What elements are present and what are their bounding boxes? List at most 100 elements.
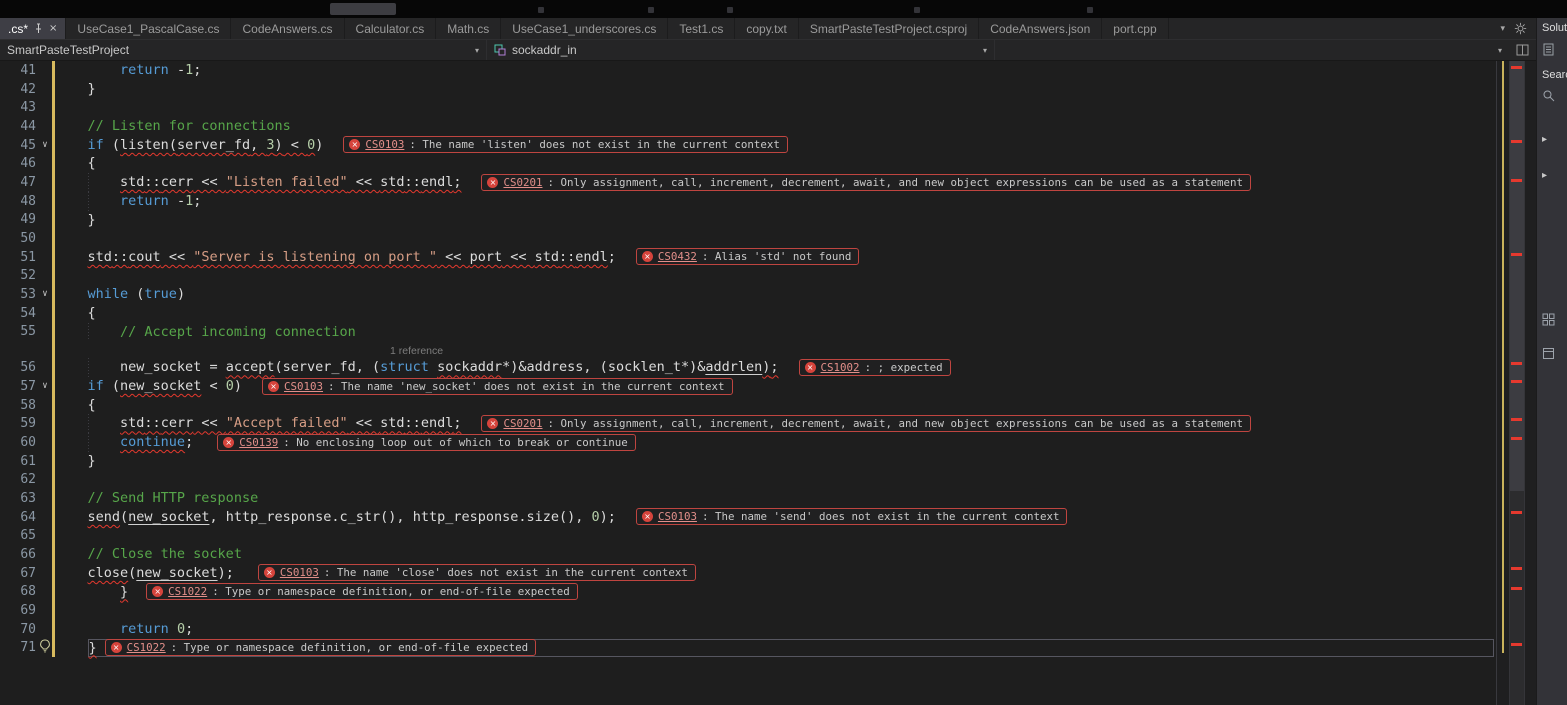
code-line-55[interactable]: 55 // Accept incoming connection xyxy=(0,323,1496,342)
tab-SmartPasteTestProject.csproj[interactable]: SmartPasteTestProject.csproj xyxy=(799,18,979,39)
code-text[interactable]: }×CS1022: Type or namespace definition, … xyxy=(52,639,1496,658)
code-line-48[interactable]: 48 return -1; xyxy=(0,192,1496,211)
code-line-49[interactable]: 49 } xyxy=(0,211,1496,230)
code-text[interactable]: close(new_socket);×CS0103: The name 'clo… xyxy=(52,564,1496,583)
error-code-link[interactable]: CS0201 xyxy=(503,175,542,190)
code-text[interactable]: continue;×CS0139: No enclosing loop out … xyxy=(52,433,1496,452)
code-text[interactable]: // Listen for connections xyxy=(52,117,1496,136)
inline-error-CS0103[interactable]: ×CS0103: The name 'close' does not exist… xyxy=(258,564,696,581)
code-text[interactable]: // Accept incoming connection xyxy=(52,323,1496,342)
error-code-link[interactable]: CS0103 xyxy=(280,565,319,580)
line-number[interactable]: 61 xyxy=(0,454,38,469)
line-number[interactable]: 65 xyxy=(0,528,38,543)
line-number[interactable]: 67 xyxy=(0,566,38,581)
code-line-42[interactable]: 42 } xyxy=(0,80,1496,99)
line-number[interactable]: 49 xyxy=(0,212,38,227)
inline-error-CS0103[interactable]: ×CS0103: The name 'send' does not exist … xyxy=(636,508,1068,525)
code-line-64[interactable]: 64 send(new_socket, http_response.c_str(… xyxy=(0,508,1496,527)
tab-UseCase1_underscores.cs[interactable]: UseCase1_underscores.cs xyxy=(501,18,668,39)
inline-error-CS0201[interactable]: ×CS0201: Only assignment, call, incremen… xyxy=(481,415,1251,432)
code-text[interactable]: send(new_socket, http_response.c_str(), … xyxy=(52,508,1496,527)
error-code-link[interactable]: CS0103 xyxy=(658,509,697,524)
code-text[interactable]: // Close the socket xyxy=(52,545,1496,564)
line-number[interactable]: 41 xyxy=(0,63,38,78)
code-text[interactable]: new_socket = accept(server_fd, (struct s… xyxy=(52,358,1496,377)
fold-chevron-icon[interactable]: ∨ xyxy=(38,141,52,150)
lightbulb-icon[interactable] xyxy=(38,639,52,656)
tab-Test1.cs[interactable]: Test1.cs xyxy=(668,18,735,39)
code-line-56[interactable]: 56 new_socket = accept(server_fd, (struc… xyxy=(0,358,1496,377)
line-number[interactable]: 42 xyxy=(0,82,38,97)
error-code-link[interactable]: CS0103 xyxy=(365,137,404,152)
line-number[interactable]: 44 xyxy=(0,119,38,134)
dock-tab-search[interactable]: Searc xyxy=(1542,69,1567,81)
inline-error-CS1022[interactable]: ×CS1022: Type or namespace definition, o… xyxy=(105,639,537,656)
code-text[interactable]: { xyxy=(52,396,1496,415)
code-line-67[interactable]: 67 close(new_socket);×CS0103: The name '… xyxy=(0,564,1496,583)
line-number[interactable]: 62 xyxy=(0,472,38,487)
error-code-link[interactable]: CS0432 xyxy=(658,249,697,264)
line-number[interactable]: 59 xyxy=(0,416,38,431)
code-text[interactable]: std::cout << "Server is listening on por… xyxy=(52,248,1496,267)
code-line-52[interactable]: 52 xyxy=(0,267,1496,286)
fold-chevron-icon[interactable]: ∨ xyxy=(38,382,52,391)
scrollbar-thumb[interactable] xyxy=(1510,61,1524,491)
code-text[interactable]: std::cerr << "Accept failed" << std::end… xyxy=(52,414,1496,433)
code-line-57[interactable]: 57∨ if (new_socket < 0)×CS0103: The name… xyxy=(0,377,1496,396)
line-number[interactable]: 52 xyxy=(0,268,38,283)
code-line-68[interactable]: 68 }×CS1022: Type or namespace definitio… xyxy=(0,583,1496,602)
code-text[interactable]: while (true) xyxy=(52,285,1496,304)
inline-error-CS0139[interactable]: ×CS0139: No enclosing loop out of which … xyxy=(217,434,636,451)
code-text[interactable]: return -1; xyxy=(52,192,1496,211)
code-text[interactable]: if (listen(server_fd, 3) < 0)×CS0103: Th… xyxy=(52,136,1496,155)
close-icon[interactable]: × xyxy=(49,23,57,34)
inline-error-CS1022[interactable]: ×CS1022: Type or namespace definition, o… xyxy=(146,583,578,600)
line-number[interactable]: 58 xyxy=(0,398,38,413)
error-code-link[interactable]: CS0139 xyxy=(239,435,278,450)
line-number[interactable]: 43 xyxy=(0,100,38,115)
code-text[interactable]: return 0; xyxy=(52,620,1496,639)
code-text[interactable]: std::cerr << "Listen failed" << std::end… xyxy=(52,173,1496,192)
line-number[interactable]: 66 xyxy=(0,547,38,562)
line-number[interactable]: 54 xyxy=(0,306,38,321)
tab-CodeAnswers.cs[interactable]: CodeAnswers.cs xyxy=(231,18,344,39)
code-line-47[interactable]: 47 std::cerr << "Listen failed" << std::… xyxy=(0,173,1496,192)
split-editor-icon[interactable] xyxy=(1516,44,1529,56)
code-line-44[interactable]: 44 // Listen for connections xyxy=(0,117,1496,136)
line-number[interactable]: 63 xyxy=(0,491,38,506)
tab-CodeAnswers.json[interactable]: CodeAnswers.json xyxy=(979,18,1102,39)
codelens-references[interactable]: 1 reference xyxy=(390,345,443,357)
gear-icon[interactable] xyxy=(1514,22,1527,35)
tab-copy.txt[interactable]: copy.txt xyxy=(735,18,798,39)
line-number[interactable]: 45 xyxy=(0,138,38,153)
grid-icon[interactable] xyxy=(1542,313,1555,329)
line-number[interactable]: 69 xyxy=(0,603,38,618)
line-number[interactable]: 70 xyxy=(0,622,38,637)
tab-port.cpp[interactable]: port.cpp xyxy=(1102,18,1168,39)
code-text[interactable]: } xyxy=(52,80,1496,99)
code-line-43[interactable]: 43 xyxy=(0,98,1496,117)
code-line-61[interactable]: 61 } xyxy=(0,452,1496,471)
inline-error-CS0103[interactable]: ×CS0103: The name 'new_socket' does not … xyxy=(262,378,733,395)
error-code-link[interactable]: CS0201 xyxy=(503,416,542,431)
line-number[interactable]: 60 xyxy=(0,435,38,450)
code-line-62[interactable]: 62 xyxy=(0,470,1496,489)
code-line-41[interactable]: 41 return -1; xyxy=(0,61,1496,80)
inline-error-CS0201[interactable]: ×CS0201: Only assignment, call, incremen… xyxy=(481,174,1251,191)
type-dropdown[interactable]: sockaddr_in ▾ xyxy=(487,40,995,60)
code-line-65[interactable]: 65 xyxy=(0,527,1496,546)
line-number[interactable]: 48 xyxy=(0,194,38,209)
box-icon[interactable] xyxy=(1542,347,1555,363)
tab-UseCase1_PascalCase.cs[interactable]: UseCase1_PascalCase.cs xyxy=(66,18,231,39)
inline-error-CS0432[interactable]: ×CS0432: Alias 'std' not found xyxy=(636,248,860,265)
run-icon[interactable]: ▸ xyxy=(1542,135,1547,145)
code-line-46[interactable]: 46 { xyxy=(0,154,1496,173)
line-number[interactable]: 47 xyxy=(0,175,38,190)
line-number[interactable]: 53 xyxy=(0,287,38,302)
code-line-63[interactable]: 63 // Send HTTP response xyxy=(0,489,1496,508)
fold-chevron-icon[interactable]: ∨ xyxy=(38,290,52,299)
solution-explorer-icon[interactable] xyxy=(1542,43,1556,60)
code-text[interactable]: { xyxy=(52,154,1496,173)
code-text[interactable]: // Send HTTP response xyxy=(52,489,1496,508)
member-dropdown[interactable]: ▾ xyxy=(995,40,1509,60)
